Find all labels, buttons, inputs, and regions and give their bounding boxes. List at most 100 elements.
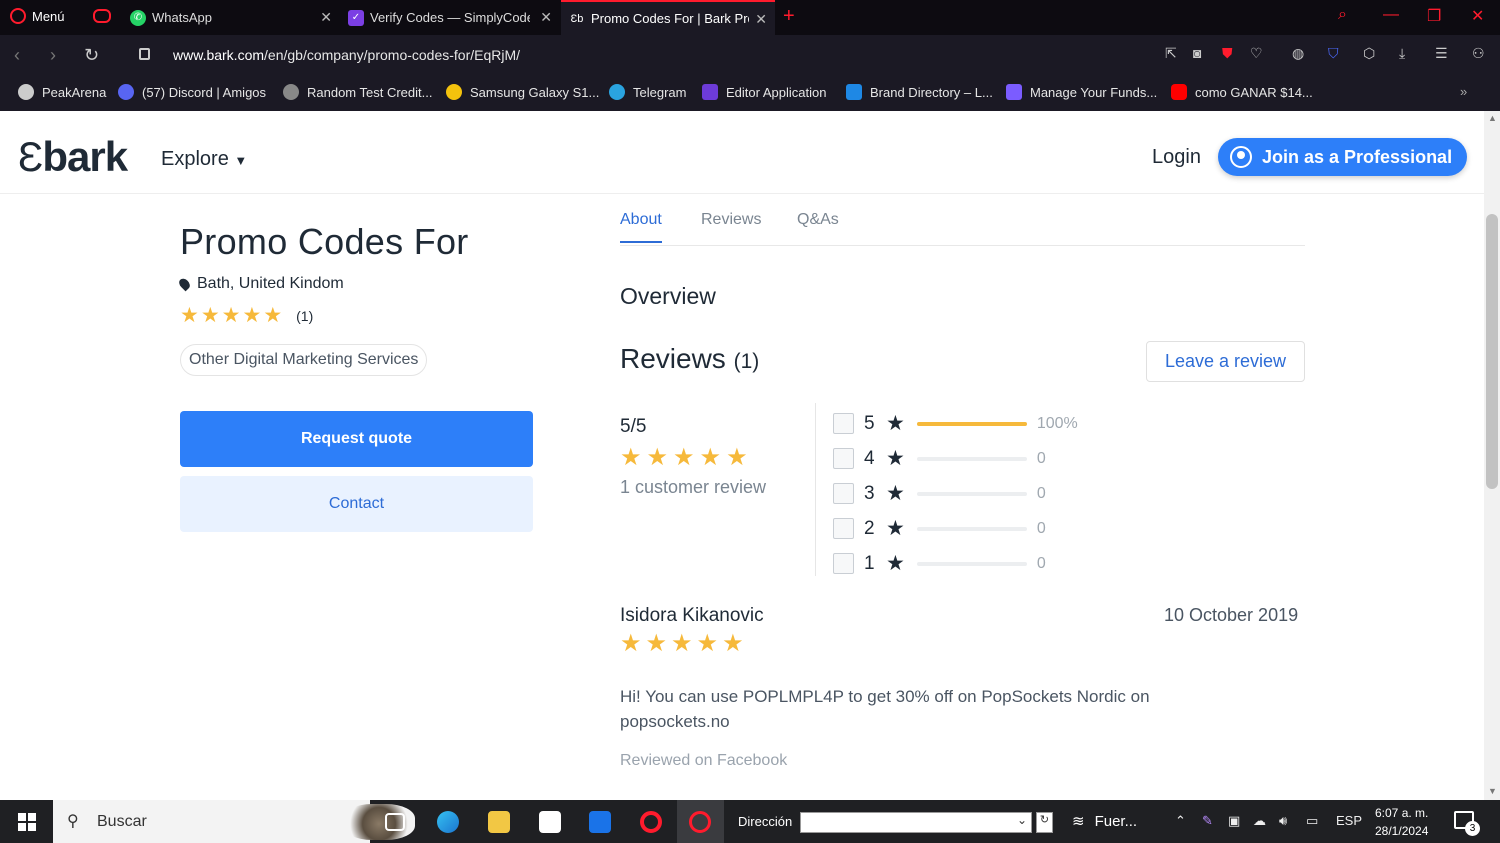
chevron-down-icon[interactable]: ⌄ <box>1017 813 1027 827</box>
tab-title: WhatsApp <box>152 10 212 25</box>
join-as-professional-button[interactable]: Join as a Professional <box>1218 138 1467 176</box>
tab-about[interactable]: About <box>620 211 662 243</box>
weather-widget[interactable]: ≋ Fuer... <box>1072 812 1137 831</box>
chevron-up-icon[interactable]: ⌃ <box>1175 813 1186 829</box>
gamepad-icon[interactable] <box>93 9 111 23</box>
bookmark-samsung[interactable]: Samsung Galaxy S1... <box>446 84 599 100</box>
filter-checkbox[interactable] <box>833 553 854 574</box>
profile-icon[interactable]: ⚇ <box>1472 45 1485 62</box>
close-tab-icon[interactable]: ✕ <box>320 9 332 26</box>
close-window-icon[interactable]: ✕ <box>1471 6 1484 26</box>
network-icon[interactable]: ▭ <box>1306 813 1318 829</box>
company-sidebar: Promo Codes For Bath, United Kindom ★ ★ ★ ★… <box>177 221 540 376</box>
bookmark-label: Telegram <box>633 84 687 100</box>
bookmark-random-test-credit[interactable]: Random Test Credit... <box>283 84 432 100</box>
star-icon: ★ <box>180 304 199 327</box>
explore-menu[interactable]: Explore ▼ <box>161 148 247 171</box>
feather-icon[interactable]: ✎ <box>1202 813 1213 829</box>
bookmark-editor-application[interactable]: Editor Application <box>702 84 826 100</box>
scroll-up-icon[interactable]: ▲ <box>1488 113 1497 123</box>
bookmark-label: Samsung Galaxy S1... <box>470 84 600 100</box>
divider <box>815 403 816 576</box>
bookmark-label: Manage Your Funds... <box>1030 84 1158 100</box>
camera-icon[interactable]: ◙ <box>1193 45 1201 61</box>
bookmark-peakarena[interactable]: PeakArena <box>18 84 106 100</box>
minimize-icon[interactable]: — <box>1383 6 1399 24</box>
leave-review-button[interactable]: Leave a review <box>1146 341 1305 382</box>
share-icon[interactable]: ⇱ <box>1165 45 1177 62</box>
tab-bark[interactable]: Ɛb Promo Codes For | Bark Pro ✕ <box>561 0 775 35</box>
search-placeholder: Buscar <box>97 813 147 830</box>
request-quote-button[interactable]: Request quote <box>180 411 533 467</box>
extensions-cube-icon[interactable]: ⬡ <box>1363 45 1375 62</box>
bookmark-brand-directory[interactable]: Brand Directory – L... <box>846 84 993 100</box>
star-icon: ★ <box>696 630 719 657</box>
restore-icon[interactable]: ❐ <box>1427 6 1441 26</box>
site-header: Ɛbark Explore ▼ Login Join as a Professi… <box>0 111 1484 194</box>
page-scrollbar[interactable]: ▲ ▼ <box>1484 111 1500 800</box>
scrollbar-thumb[interactable] <box>1486 214 1498 489</box>
bookmark-youtube[interactable]: como GANAR $14... <box>1171 84 1313 100</box>
volume-icon[interactable]: 🔊︎ <box>1279 813 1287 829</box>
notification-center-icon[interactable]: 3 <box>1454 811 1480 836</box>
file-explorer-icon[interactable] <box>488 811 510 833</box>
close-tab-icon[interactable]: ✕ <box>755 11 767 28</box>
new-tab-icon[interactable]: + <box>783 5 795 28</box>
more-bookmarks-icon[interactable]: » <box>1460 84 1467 99</box>
opera-icon[interactable] <box>640 811 662 833</box>
language-indicator[interactable]: ESP <box>1336 813 1362 828</box>
back-icon[interactable]: ‹ <box>14 45 20 66</box>
windows-start-icon[interactable] <box>18 813 36 831</box>
tab-simplycodes[interactable]: ✓ Verify Codes — SimplyCodes ✕ <box>340 0 560 35</box>
address-toolbar-input[interactable]: ⌄ <box>800 812 1032 833</box>
system-clock[interactable]: 6:07 a. m. 28/1/2024 <box>1375 804 1428 840</box>
star-icon: ★ <box>886 447 905 470</box>
login-link[interactable]: Login <box>1152 146 1201 169</box>
onedrive-icon[interactable]: ☁ <box>1253 813 1266 829</box>
address-go-icon[interactable]: ↻ <box>1036 812 1053 833</box>
bookmark-telegram[interactable]: Telegram <box>609 84 686 100</box>
microsoft-store-icon[interactable] <box>539 811 561 833</box>
telegram-icon <box>609 84 625 100</box>
close-tab-icon[interactable]: ✕ <box>540 9 552 26</box>
tab-whatsapp[interactable]: ✆ WhatsApp ✕ <box>122 0 340 35</box>
histogram-value: 0 <box>1036 484 1046 502</box>
forward-icon[interactable]: › <box>50 45 56 66</box>
task-view-icon[interactable] <box>385 813 405 831</box>
histogram-stars: 1 <box>864 552 875 574</box>
adblock-shield-icon[interactable]: ⛊ <box>1222 45 1233 62</box>
opera-menu-button[interactable]: Menú <box>10 8 65 24</box>
scroll-down-icon[interactable]: ▼ <box>1488 786 1497 796</box>
profile-tabs: About Reviews Q&As <box>620 211 1305 246</box>
meet-icon[interactable]: ▣ <box>1228 813 1240 829</box>
tab-qas[interactable]: Q&As <box>797 211 839 229</box>
extension-shield-icon[interactable]: ⛉ <box>1328 45 1339 62</box>
notification-count: 3 <box>1465 821 1480 836</box>
company-name: Promo Codes For <box>180 221 469 262</box>
review-author: Isidora Kikanovic <box>620 605 764 626</box>
contact-button[interactable]: Contact <box>180 476 533 532</box>
filter-checkbox[interactable] <box>833 413 854 434</box>
taskbar-search[interactable]: ⚲ Buscar <box>53 800 415 843</box>
star-icon: ★ <box>620 630 642 657</box>
star-icon: ★ <box>886 412 905 435</box>
bark-logo[interactable]: Ɛbark <box>18 133 128 181</box>
download-icon[interactable]: ⤓ <box>1399 45 1405 62</box>
category-chip[interactable]: Other Digital Marketing Services <box>180 344 428 376</box>
url-field[interactable]: www.bark.com/en/gb/company/promo-codes-f… <box>173 47 520 63</box>
heart-icon[interactable]: ♡ <box>1250 45 1263 62</box>
filter-checkbox[interactable] <box>833 518 854 539</box>
filter-checkbox[interactable] <box>833 483 854 504</box>
bookmark-manage-funds[interactable]: Manage Your Funds... <box>1006 84 1157 100</box>
vpn-globe-icon[interactable]: ◍ <box>1292 45 1304 62</box>
reload-icon[interactable]: ↻ <box>84 45 99 66</box>
easy-setup-icon[interactable]: ☰ <box>1435 45 1448 62</box>
filter-checkbox[interactable] <box>833 448 854 469</box>
histogram-row-3: 3 ★ 0 <box>833 476 1078 511</box>
edge-icon[interactable] <box>437 811 459 833</box>
search-tabs-icon[interactable]: ⌕ <box>1338 6 1347 24</box>
tab-reviews[interactable]: Reviews <box>701 211 761 229</box>
opera-gx-taskbar-button[interactable] <box>677 800 724 843</box>
mail-icon[interactable] <box>589 811 611 833</box>
bookmark-discord[interactable]: (57) Discord | Amigos <box>118 84 266 100</box>
